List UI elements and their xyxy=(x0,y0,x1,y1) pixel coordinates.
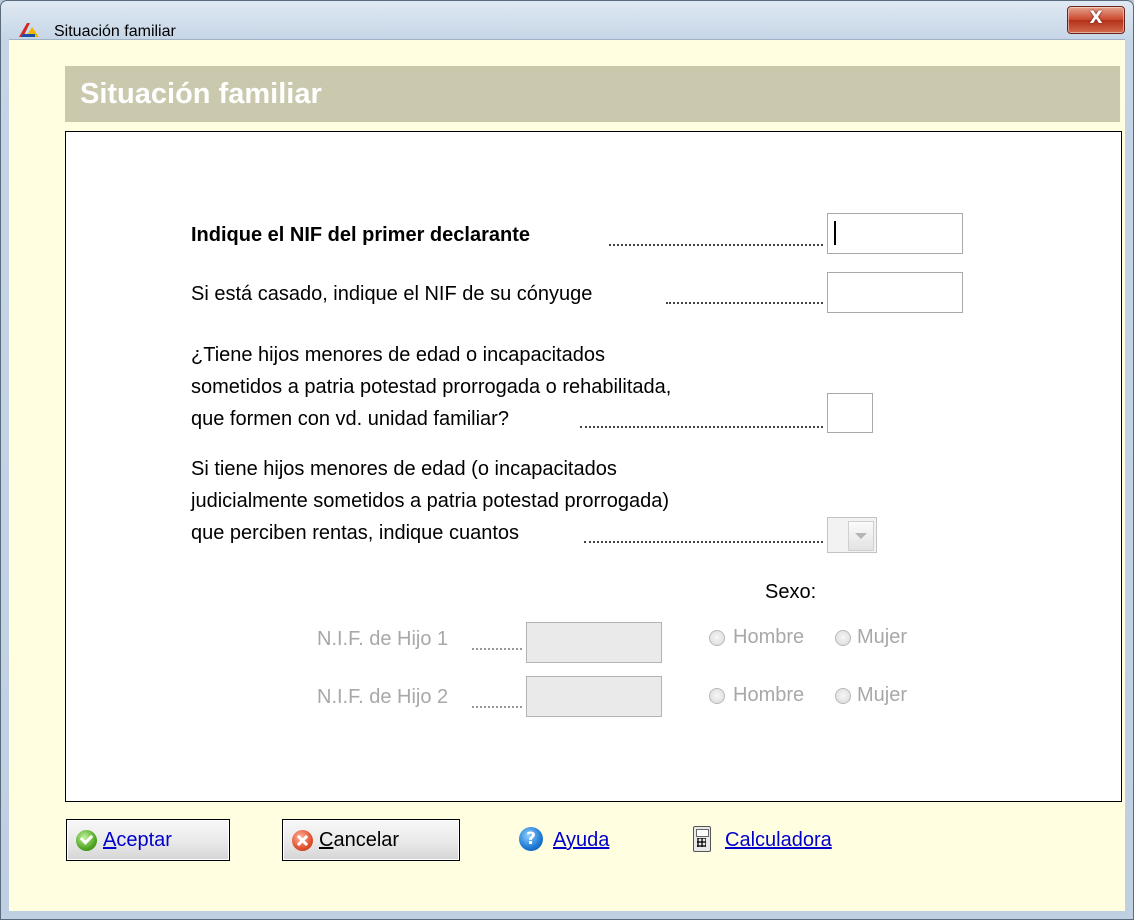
child-2-male-label: Hombre xyxy=(733,684,805,706)
children-question-line-2: sometidos a patria potestad prorrogada o… xyxy=(191,376,672,398)
child-2-male-radio[interactable] xyxy=(709,688,725,704)
calculator-link[interactable]: Calculadora xyxy=(725,829,832,852)
check-icon xyxy=(76,830,97,851)
leader-dots xyxy=(666,302,823,304)
child-2-female-label: Mujer xyxy=(857,684,908,706)
accept-label-rest: ceptar xyxy=(116,829,172,851)
accept-button-label: Aceptar xyxy=(103,829,172,852)
page-title: Situación familiar xyxy=(80,78,322,110)
section-header: Situación familiar xyxy=(65,66,1120,122)
leader-dots xyxy=(580,426,823,428)
cancel-label-rest: ancelar xyxy=(333,829,400,851)
help-icon[interactable]: ? xyxy=(519,827,543,851)
calculator-icon[interactable] xyxy=(693,826,711,852)
dialog-body: Situación familiar Indique el NIF del pr… xyxy=(9,39,1125,911)
app-logo-icon xyxy=(19,23,39,37)
income-children-select[interactable] xyxy=(827,517,877,553)
spouse-nif-input[interactable] xyxy=(827,272,963,313)
chevron-down-icon xyxy=(855,533,867,539)
form-panel: Indique el NIF del primer declarante Si … xyxy=(65,131,1122,802)
leader-dots xyxy=(472,706,522,708)
close-button[interactable]: X xyxy=(1067,6,1125,34)
text-caret xyxy=(834,221,836,245)
children-question-line-1: ¿Tiene hijos menores de edad o incapacit… xyxy=(191,344,605,366)
child-1-female-label: Mujer xyxy=(857,626,908,648)
select-dropdown-button[interactable] xyxy=(848,521,874,551)
spouse-nif-label: Si está casado, indique el NIF de su cón… xyxy=(191,283,593,305)
leader-dots xyxy=(609,244,823,246)
children-count-input[interactable] xyxy=(827,393,873,433)
dialog-window: Situación familiar X Situación familiar … xyxy=(0,0,1134,920)
income-children-question-line-1: Si tiene hijos menores de edad (o incapa… xyxy=(191,458,617,480)
accept-button[interactable]: Aceptar xyxy=(66,819,230,861)
cancel-button-label: Cancelar xyxy=(319,829,399,852)
child-1-male-radio[interactable] xyxy=(709,630,725,646)
income-children-question-line-2: judicialmente sometidos a patria potesta… xyxy=(191,490,670,512)
child-1-nif-input[interactable] xyxy=(526,622,662,663)
close-icon: X xyxy=(1089,8,1103,28)
accept-mnemonic: A xyxy=(103,829,117,851)
first-declarant-nif-label: Indique el NIF del primer declarante xyxy=(191,224,530,246)
child-1-nif-label: N.I.F. de Hijo 1 xyxy=(317,628,449,650)
child-2-nif-label: N.I.F. de Hijo 2 xyxy=(317,686,449,708)
child-1-female-radio[interactable] xyxy=(835,630,851,646)
title-bar[interactable]: Situación familiar X xyxy=(1,1,1133,40)
children-question-line-3: que formen con vd. unidad familiar? xyxy=(191,408,509,430)
cancel-mnemonic: C xyxy=(319,829,334,851)
cancel-icon xyxy=(292,830,313,851)
income-children-question-line-3: que perciben rentas, indique cuantos xyxy=(191,522,520,544)
leader-dots xyxy=(584,541,823,543)
sex-column-header: Sexo: xyxy=(765,581,817,603)
child-2-nif-input[interactable] xyxy=(526,676,662,717)
help-link[interactable]: Ayuda xyxy=(553,829,609,852)
cancel-button[interactable]: Cancelar xyxy=(282,819,460,861)
leader-dots xyxy=(472,648,522,650)
child-1-male-label: Hombre xyxy=(733,626,805,648)
child-2-female-radio[interactable] xyxy=(835,688,851,704)
first-declarant-nif-input[interactable] xyxy=(827,213,963,254)
